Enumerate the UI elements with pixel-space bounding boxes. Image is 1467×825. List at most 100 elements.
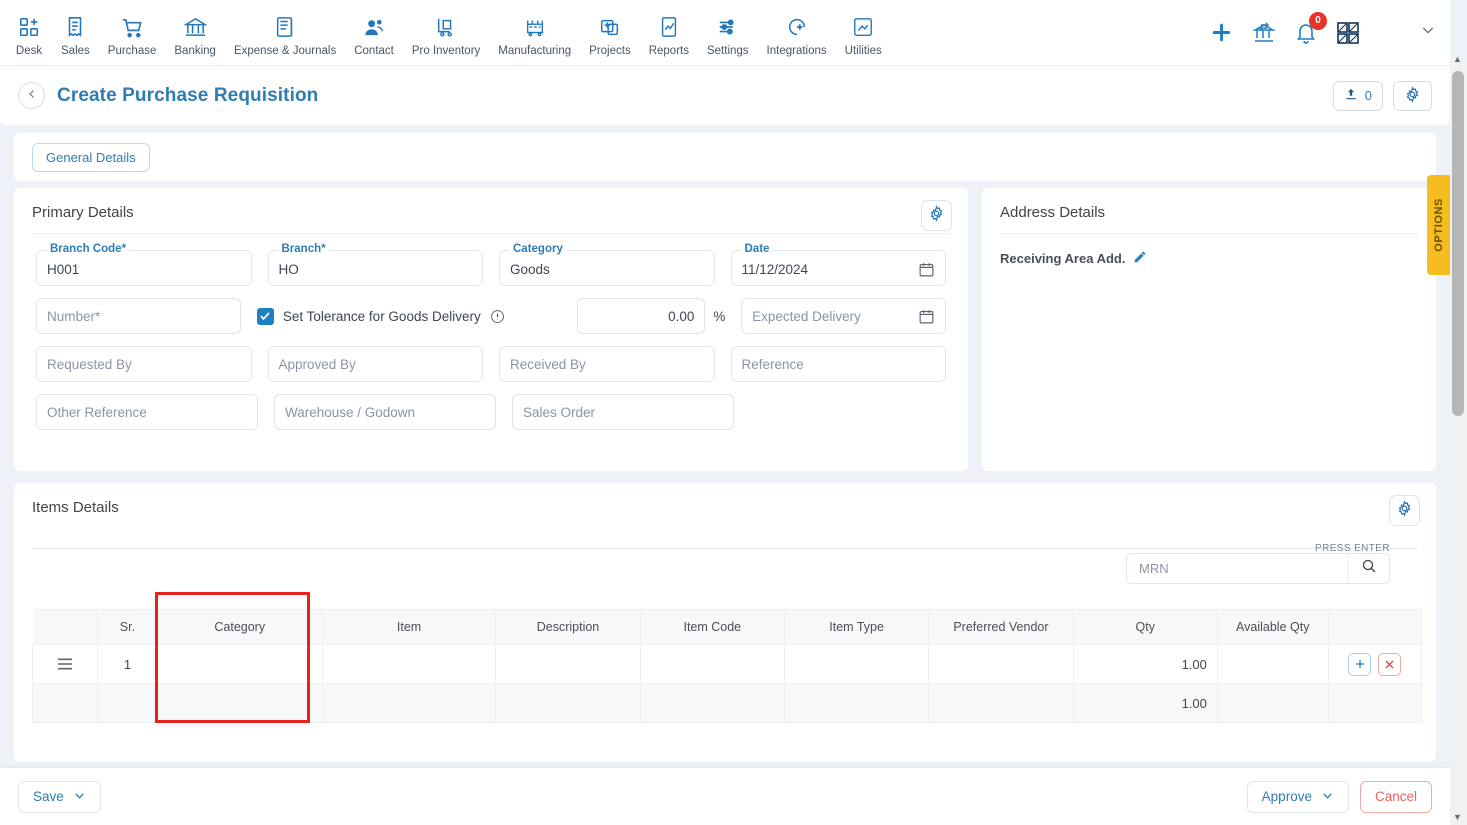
reference-input[interactable]: Reference <box>730 346 946 382</box>
apps-grid-icon[interactable] <box>1336 21 1360 45</box>
primary-details-title: Primary Details <box>32 204 134 221</box>
items-table-header-row: Sr. Category Item Description Item Code … <box>32 609 1423 645</box>
page-settings-button[interactable] <box>1393 80 1432 111</box>
tolerance-checkbox[interactable] <box>256 307 274 325</box>
nav-item-contact[interactable]: Contact <box>345 8 403 57</box>
mrn-search-button[interactable] <box>1347 554 1389 583</box>
warehouse-input[interactable]: Warehouse / Godown <box>274 394 496 430</box>
dashboard-icon <box>18 14 40 40</box>
row-item-type[interactable] <box>783 683 930 723</box>
requested-by-input[interactable]: Requested By <box>36 346 252 382</box>
attachment-button[interactable]: 0 <box>1332 80 1383 111</box>
table-row[interactable]: 1.00 <box>31 683 1423 723</box>
date-value: 11/12/2024 <box>741 261 809 277</box>
delete-row-button[interactable] <box>1378 652 1402 676</box>
scroll-up-arrow-icon[interactable]: ▲ <box>1453 54 1462 64</box>
category-input[interactable]: Category Goods <box>499 243 715 286</box>
col-item-code: Item Code <box>640 609 785 645</box>
nav-item-utilities[interactable]: Utilities <box>836 8 891 57</box>
bank-transfer-icon[interactable] <box>1252 21 1276 45</box>
date-input[interactable]: Date 11/12/2024 <box>730 243 946 286</box>
received-by-input[interactable]: Received By <box>499 346 715 382</box>
calendar-icon[interactable] <box>918 261 935 278</box>
row-drag-handle <box>31 683 99 723</box>
nav-item-settings[interactable]: Settings <box>698 8 758 57</box>
nav-item-desk[interactable]: Desk <box>6 8 52 57</box>
nav-item-sales[interactable]: Sales <box>52 8 99 57</box>
other-reference-input[interactable]: Other Reference <box>36 394 258 430</box>
approved-by-input[interactable]: Approved By <box>267 346 483 382</box>
row-item[interactable] <box>321 683 497 723</box>
mrn-search-input[interactable] <box>1127 554 1347 583</box>
save-button[interactable]: Save <box>18 780 101 813</box>
tab-general-details[interactable]: General Details <box>32 142 150 172</box>
primary-details-settings-button[interactable] <box>921 200 952 231</box>
nav-item-manufacturing[interactable]: Manufacturing <box>489 8 580 57</box>
row-available-qty <box>1216 683 1329 723</box>
row-drag-handle[interactable] <box>31 644 99 684</box>
page-title: Create Purchase Requisition <box>57 84 319 106</box>
row-available-qty <box>1216 644 1329 684</box>
nav-item-pro-inventory[interactable]: Pro Inventory <box>403 8 489 57</box>
field-branch-code: Branch Code* H001 <box>28 243 260 286</box>
approve-button[interactable]: Approve <box>1246 780 1349 813</box>
row-item-type[interactable] <box>783 644 930 684</box>
info-icon[interactable] <box>490 309 505 324</box>
calendar-icon[interactable] <box>918 308 935 325</box>
date-label: Date <box>740 243 774 255</box>
nav-item-expense-journals[interactable]: Expense & Journals <box>225 8 345 57</box>
bell-icon[interactable]: 0 <box>1294 11 1327 45</box>
row-item-code[interactable] <box>639 644 785 684</box>
row-category[interactable] <box>156 644 323 684</box>
nav-item-reports[interactable]: Reports <box>640 8 698 57</box>
sales-order-input[interactable]: Sales Order <box>512 394 734 430</box>
top-navigation-bar: Desk Sales Purchase Banking Expense & Jo… <box>0 0 1450 66</box>
nav-item-label: Purchase <box>107 45 157 57</box>
table-row[interactable]: 1 1.00 <box>31 644 1423 684</box>
row-description[interactable] <box>495 644 641 684</box>
cart-icon <box>121 14 144 40</box>
sliders-icon <box>717 14 739 40</box>
category-label: Category <box>509 243 567 255</box>
add-row-button[interactable] <box>1348 652 1372 676</box>
chevron-down-icon[interactable] <box>1420 22 1436 43</box>
col-qty: Qty <box>1073 609 1218 645</box>
cancel-button[interactable]: Cancel <box>1359 780 1432 813</box>
number-input[interactable]: Number* <box>36 298 241 334</box>
scrollbar-thumb[interactable] <box>1452 71 1464 416</box>
options-side-tab[interactable]: OPTIONS <box>1427 175 1450 275</box>
header-actions: 0 <box>1332 80 1432 111</box>
expected-delivery-input[interactable]: Expected Delivery <box>741 298 946 334</box>
field-warehouse: Warehouse / Godown <box>266 394 504 430</box>
nav-item-projects[interactable]: Projects <box>580 8 640 57</box>
back-button[interactable] <box>18 82 45 109</box>
nav-item-banking[interactable]: Banking <box>165 8 225 57</box>
row-description[interactable] <box>495 683 641 723</box>
footer-bar: Save Approve Cancel <box>0 768 1450 825</box>
factory-icon <box>524 14 546 40</box>
tolerance-percent-input[interactable]: 0.00 <box>577 298 706 334</box>
tolerance-checkbox-row: Set Tolerance for Goods Delivery <box>256 298 562 334</box>
plus-icon[interactable] <box>1209 20 1234 45</box>
gear-icon <box>1396 499 1413 522</box>
field-row-2: Number* Set Tolerance for Goods Delivery <box>28 298 954 334</box>
vertical-scrollbar[interactable]: ▲ ▼ <box>1450 54 1467 825</box>
row-preferred-vendor[interactable] <box>928 683 1074 723</box>
received-by-placeholder: Received By <box>510 356 586 372</box>
nav-item-purchase[interactable]: Purchase <box>99 8 166 57</box>
scroll-down-arrow-icon[interactable]: ▼ <box>1453 812 1462 822</box>
row-preferred-vendor[interactable] <box>928 644 1074 684</box>
row-category[interactable] <box>156 683 323 723</box>
row-item[interactable] <box>321 644 497 684</box>
gear-icon <box>928 204 945 227</box>
pencil-icon[interactable] <box>1133 250 1147 267</box>
nav-item-integrations[interactable]: Integrations <box>758 8 836 57</box>
items-settings-button[interactable] <box>1389 495 1420 526</box>
row-qty[interactable]: 1.00 <box>1072 644 1218 684</box>
approve-label: Approve <box>1261 789 1312 804</box>
branch-code-input[interactable]: Branch Code* H001 <box>36 243 252 286</box>
branch-input[interactable]: Branch* HO <box>267 243 483 286</box>
primary-details-fields: Branch Code* H001 Branch* HO Category Go… <box>14 234 968 430</box>
row-item-code[interactable] <box>639 683 785 723</box>
nav-item-label: Pro Inventory <box>411 45 481 57</box>
